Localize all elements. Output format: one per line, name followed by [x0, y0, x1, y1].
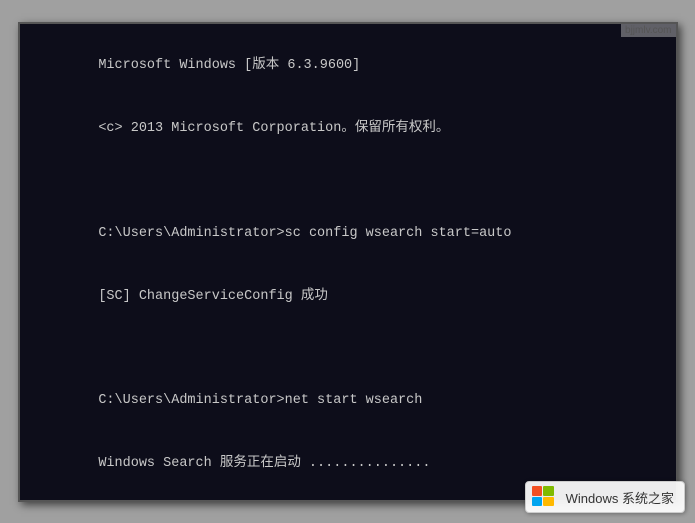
logo-pane-yellow [543, 497, 554, 507]
watermark-badge: Windows 系统之家 [525, 481, 685, 513]
line-7: C:\Users\Administrator>net start wsearch [98, 393, 422, 408]
outer-frame: bjjmlv.com Microsoft Windows [版本 6.3.960… [0, 0, 695, 523]
cmd-output: Microsoft Windows [版本 6.3.9600] <c> 2013… [34, 36, 662, 500]
logo-pane-green [543, 486, 554, 496]
line-5: [SC] ChangeServiceConfig 成功 [98, 289, 328, 304]
logo-pane-red [532, 486, 543, 496]
line-1: Microsoft Windows [版本 6.3.9600] [98, 58, 360, 73]
cmd-screen: bjjmlv.com Microsoft Windows [版本 6.3.960… [20, 24, 676, 500]
windows-logo-icon [532, 486, 560, 508]
line-8: Windows Search 服务正在启动 ............... [98, 456, 430, 471]
logo-pane-blue [532, 497, 543, 507]
win-logo [532, 486, 554, 506]
cmd-window: bjjmlv.com Microsoft Windows [版本 6.3.960… [18, 22, 678, 502]
line-4: C:\Users\Administrator>sc config wsearch… [98, 226, 511, 241]
watermark-label: Windows 系统之家 [566, 488, 674, 507]
url-bar: bjjmlv.com [621, 24, 675, 37]
line-2: <c> 2013 Microsoft Corporation。保留所有权利。 [98, 121, 449, 136]
